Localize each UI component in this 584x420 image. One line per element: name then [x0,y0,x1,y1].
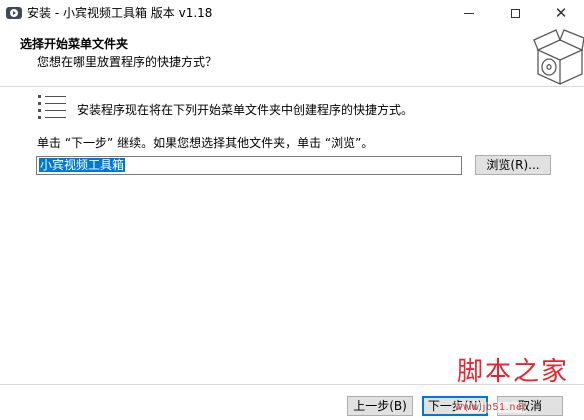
minimize-button[interactable] [446,0,492,26]
close-button[interactable]: ✕ [538,0,584,26]
start-menu-list-icon [38,94,66,120]
watermark-url: www.jb51.net [455,402,527,413]
browse-button[interactable]: 浏览(R)... [475,155,551,175]
back-button[interactable]: 上一步(B) [347,396,413,416]
footer-divider [0,384,584,385]
software-box-icon [532,28,584,86]
maximize-icon [510,8,520,18]
close-icon: ✕ [554,3,568,22]
maximize-button[interactable] [492,0,538,26]
intro-text: 安装程序现在将在下列开始菜单文件夹中创建程序的快捷方式。 [77,103,414,117]
instruction-text: 单击 “下一步” 继续。如果您想选择其他文件夹，单击 “浏览”。 [37,136,374,150]
page-subtitle: 您想在哪里放置程序的快捷方式？ [37,55,218,69]
watermark-logo: 脚本之家 [457,357,570,387]
minimize-icon [464,12,474,14]
wizard-header: 选择开始菜单文件夹 您想在哪里放置程序的快捷方式？ [0,26,584,87]
start-menu-folder-input[interactable]: 小宾视频工具箱 [36,156,462,175]
window-title: 安装 - 小宾视频工具箱 版本 v1.18 [27,6,213,20]
folder-input-value: 小宾视频工具箱 [39,158,126,172]
installer-app-icon [5,5,23,21]
title-bar: 安装 - 小宾视频工具箱 版本 v1.18 ✕ [0,0,584,26]
page-title: 选择开始菜单文件夹 [20,37,129,51]
